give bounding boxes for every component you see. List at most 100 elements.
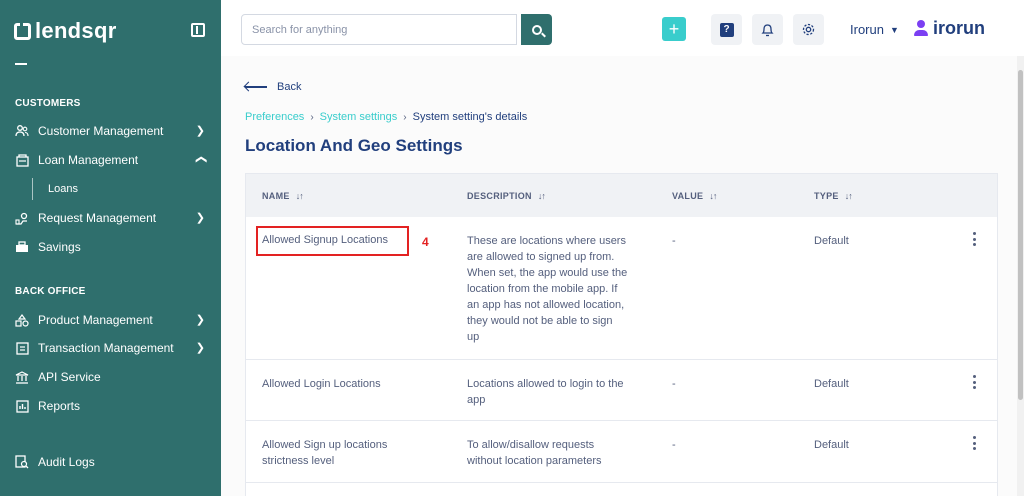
breadcrumb-system-settings[interactable]: System settings <box>320 111 398 123</box>
description-line: an app has not allowed location, <box>467 299 625 311</box>
brand-name: irorun <box>933 18 985 38</box>
description-line: These are locations where users <box>467 235 626 247</box>
table-row[interactable]: Allowed Login Locations Locations allowe… <box>246 360 997 421</box>
chevron-right-icon: ❯ <box>195 314 205 326</box>
sidebar-item-product-management[interactable]: Product Management ❯ <box>15 310 211 330</box>
user-name: Irorun <box>850 22 884 37</box>
main-content: Back Preferences › System settings › Sys… <box>221 56 1024 496</box>
description-line: up <box>467 331 480 343</box>
users-icon <box>15 124 29 138</box>
search-icon <box>531 24 542 35</box>
top-bar: + ? Irorun ▼ irorun <box>221 0 1024 56</box>
table-row[interactable]: Allowed Signup Locations 4 These are loc… <box>246 217 997 360</box>
sidebar-item-label: Savings <box>38 240 81 254</box>
add-button[interactable]: + <box>662 17 686 41</box>
row-actions-kebab-icon[interactable] <box>972 232 976 246</box>
transaction-icon <box>15 341 29 355</box>
loan-icon <box>15 153 29 167</box>
sidebar-item-label: Audit Logs <box>38 455 95 469</box>
setting-type: Default <box>814 378 849 390</box>
name-line: Allowed Sign up locations <box>262 439 388 451</box>
sidebar-subitem-loans[interactable]: Loans <box>32 178 221 200</box>
breadcrumb-current: System setting's details <box>412 111 528 123</box>
back-link[interactable]: Back <box>245 81 301 93</box>
column-header-type[interactable]: TYPE ↓↑ <box>814 191 853 201</box>
sidebar-item-label: Loan Management <box>38 153 139 167</box>
setting-type: Default <box>814 439 849 451</box>
description-line: When set, the app would use the <box>467 267 628 279</box>
name-line: strictness level <box>262 455 335 467</box>
setting-description: Locations allowed to login to the app <box>467 376 647 408</box>
setting-description: These are locations where users are allo… <box>467 233 647 345</box>
annotation-number: 4 <box>422 235 429 249</box>
sidebar-item-loan-management[interactable]: Loan Management ❯ <box>15 150 211 170</box>
sidebar-item-label: Customer Management <box>38 124 164 138</box>
description-line: To allow/disallow requests <box>467 439 595 451</box>
plus-icon: + <box>668 18 680 39</box>
breadcrumb-preferences[interactable]: Preferences <box>245 111 304 123</box>
sidebar-item-customer-management[interactable]: Customer Management ❯ <box>15 121 211 141</box>
breadcrumb-separator-icon: › <box>310 111 314 123</box>
lendsqr-logo[interactable]: lendsqr <box>14 18 117 44</box>
column-header-description[interactable]: DESCRIPTION ↓↑ <box>467 191 546 201</box>
help-button[interactable]: ? <box>711 14 742 45</box>
row-actions-kebab-icon[interactable] <box>972 375 976 389</box>
column-label: DESCRIPTION <box>467 191 532 201</box>
column-label: VALUE <box>672 191 704 201</box>
sidebar-item-request-management[interactable]: Request Management ❯ <box>15 208 211 228</box>
back-label: Back <box>277 81 302 93</box>
savings-icon <box>15 240 29 254</box>
caret-down-icon: ▼ <box>889 24 899 35</box>
table-row[interactable]: Allowed Sign up locations strictness lev… <box>246 421 997 483</box>
sidebar-item-label: Request Management <box>38 211 157 225</box>
column-label: TYPE <box>814 191 839 201</box>
sidebar-item-label: Reports <box>38 399 81 413</box>
sidebar-collapse-icon[interactable] <box>191 23 205 37</box>
description-line: Locations allowed to login to the <box>467 378 624 390</box>
setting-name[interactable]: Allowed Login Locations <box>262 376 381 392</box>
brand-logo: irorun <box>914 18 985 39</box>
sort-icon: ↓↑ <box>709 191 717 201</box>
section-back-office: BACK OFFICE <box>15 286 86 297</box>
sort-icon: ↓↑ <box>295 191 304 201</box>
sidebar-item-reports[interactable]: Reports <box>15 396 211 416</box>
breadcrumb: Preferences › System settings › System s… <box>245 111 527 123</box>
scrollbar-thumb[interactable] <box>1018 70 1023 400</box>
breadcrumb-separator-icon: › <box>403 111 407 123</box>
chevron-up-icon: ❯ <box>194 154 207 165</box>
sidebar-item-api-service[interactable]: API Service <box>15 367 211 387</box>
bank-icon <box>15 370 29 384</box>
sidebar-item-audit-logs[interactable]: Audit Logs <box>15 452 211 472</box>
column-header-name[interactable]: NAME ↓↑ <box>262 191 304 201</box>
menu-dash-icon[interactable] <box>15 63 27 65</box>
notifications-button[interactable] <box>752 14 783 45</box>
sidebar-item-savings[interactable]: Savings <box>15 237 211 257</box>
arrow-left-icon <box>245 86 267 88</box>
chevron-right-icon: ❯ <box>195 125 205 137</box>
user-menu[interactable]: Irorun ▼ <box>850 22 899 37</box>
column-header-value[interactable]: VALUE ↓↑ <box>672 191 717 201</box>
row-actions-kebab-icon[interactable] <box>972 436 976 450</box>
setting-value: - <box>672 439 676 451</box>
reports-icon <box>15 399 29 413</box>
logo-text: lendsqr <box>35 18 117 43</box>
description-line: are allowed to signed up from. <box>467 251 615 263</box>
sidebar-item-label: Product Management <box>38 313 153 327</box>
sort-icon: ↓↑ <box>537 191 546 201</box>
search-button[interactable] <box>521 14 552 45</box>
sidebar-item-label: API Service <box>38 370 101 384</box>
settings-button[interactable] <box>793 14 824 45</box>
setting-name[interactable]: Allowed Signup Locations <box>262 232 388 248</box>
help-icon: ? <box>719 22 734 37</box>
description-line: location from the mobile app. If <box>467 283 618 295</box>
setting-value: - <box>672 235 676 247</box>
gear-icon <box>802 23 815 36</box>
request-icon <box>15 211 29 225</box>
sort-icon: ↓↑ <box>844 191 853 201</box>
description-line: they would not be able to sign <box>467 315 613 327</box>
lendsqr-logo-icon <box>14 22 31 40</box>
bell-icon <box>761 23 774 36</box>
setting-name[interactable]: Allowed Sign up locations strictness lev… <box>262 437 442 469</box>
sidebar-item-transaction-management[interactable]: Transaction Management ❯ <box>15 338 211 358</box>
search-input[interactable] <box>241 14 517 45</box>
